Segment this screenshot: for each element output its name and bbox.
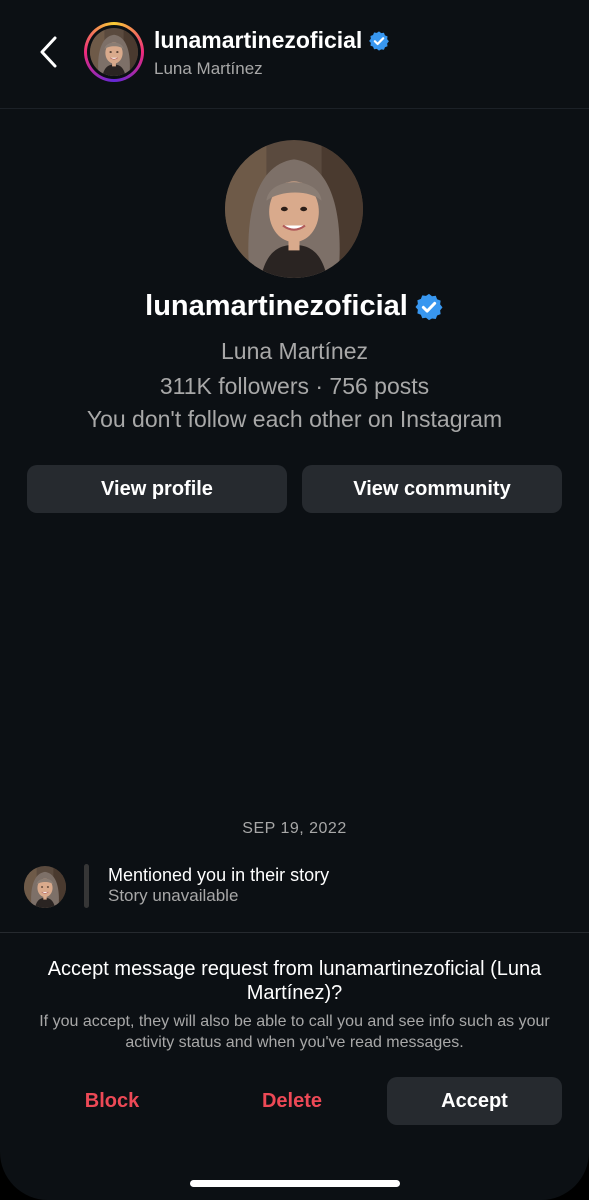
story-mention-title[interactable]: Mentioned you in their story: [108, 865, 329, 886]
conversation-header: lunamartinezoficial Luna Martínez: [0, 0, 589, 109]
sender-avatar[interactable]: [24, 866, 66, 908]
story-status: Story unavailable: [108, 886, 239, 905]
profile-username: lunamartinezoficial: [145, 290, 408, 322]
header-username: lunamartinezoficial: [154, 27, 363, 53]
profile-avatar[interactable]: [225, 140, 363, 278]
view-community-button[interactable]: View community: [302, 465, 562, 513]
back-button[interactable]: [28, 30, 68, 74]
view-profile-button[interactable]: View profile: [27, 465, 287, 513]
verified-badge-icon: [368, 30, 390, 52]
accept-button[interactable]: Accept: [387, 1077, 562, 1125]
profile-actions: View profile View community: [27, 465, 562, 513]
conversation-screen: lunamartinezoficial Luna Martínez lunama…: [0, 0, 589, 1200]
delete-button[interactable]: Delete: [227, 1077, 357, 1125]
verified-badge-icon: [414, 292, 444, 322]
request-actions: Block Delete Accept: [27, 1077, 562, 1125]
chevron-left-icon: [40, 36, 57, 68]
divider: [0, 932, 589, 933]
header-display-name: Luna Martínez: [154, 59, 263, 78]
follow-relationship: You don't follow each other on Instagram: [86, 406, 503, 432]
block-button[interactable]: Block: [47, 1077, 177, 1125]
message-date: SEP 19, 2022: [242, 820, 347, 837]
header-username-row[interactable]: lunamartinezoficial: [154, 27, 390, 54]
home-indicator[interactable]: [190, 1180, 400, 1187]
header-avatar[interactable]: [84, 22, 144, 82]
profile-display-name: Luna Martínez: [220, 338, 369, 364]
profile-username-row: lunamartinezoficial: [0, 290, 589, 323]
request-title: Accept message request from lunamartinez…: [47, 958, 542, 1004]
profile-stats: 311K followers · 756 posts: [159, 373, 430, 399]
story-reply-bar: [84, 864, 89, 908]
request-description: If you accept, they will also be able to…: [39, 1013, 550, 1051]
